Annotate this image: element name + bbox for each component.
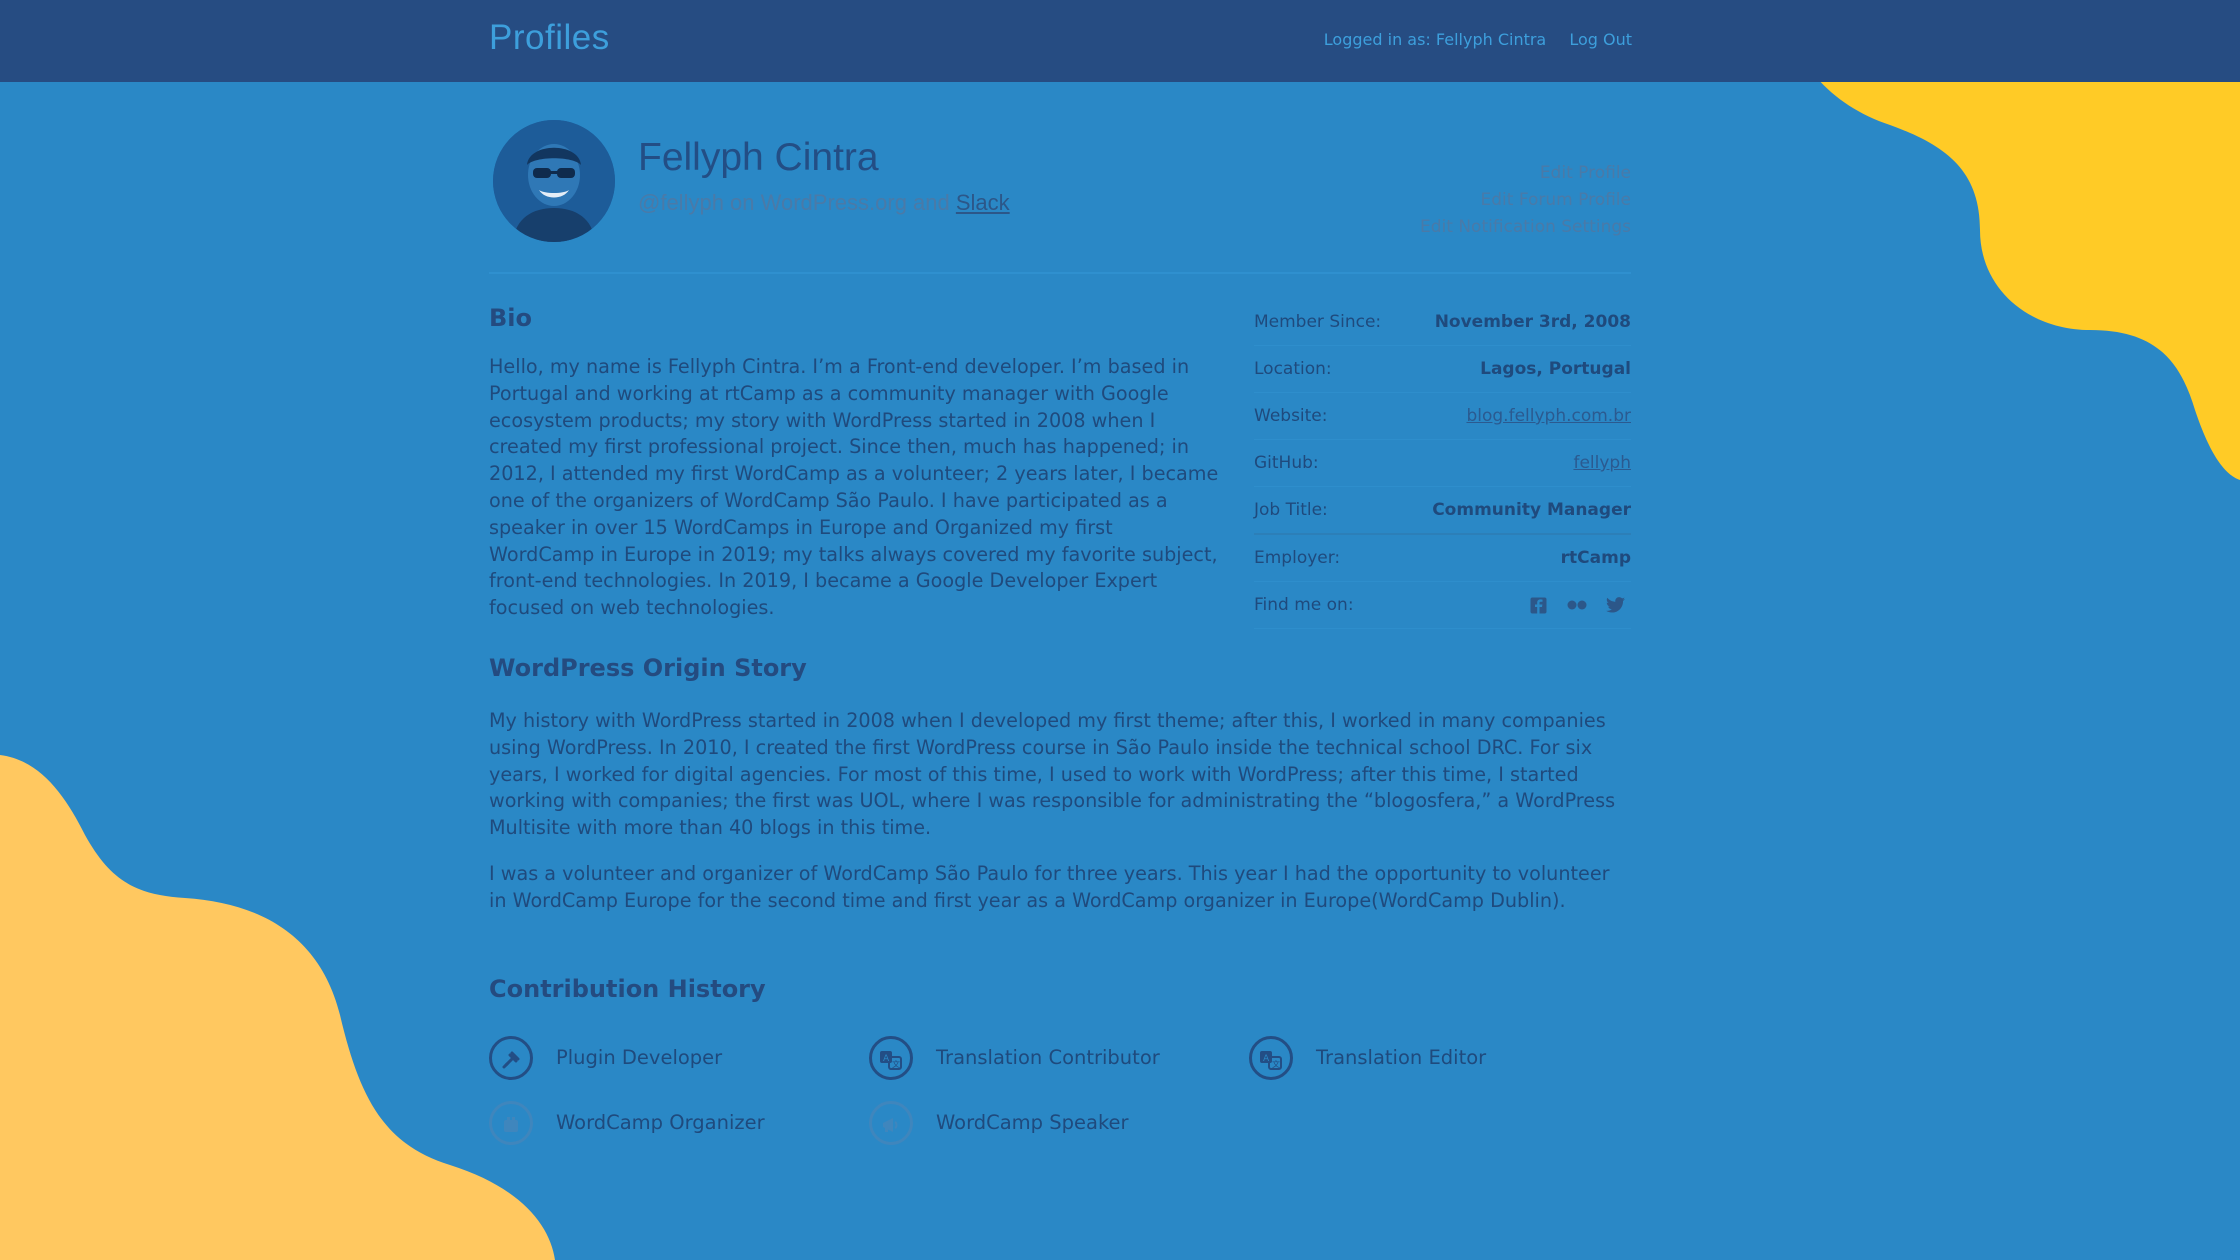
profile-meta: Member Since: November 3rd, 2008 Locatio… <box>1254 299 1631 629</box>
top-nav: Logged in as: Fellyph Cintra Log Out <box>1324 30 1632 49</box>
meta-value: rtCamp <box>1560 548 1631 568</box>
edit-links: Edit Profile Edit Forum Profile Edit Not… <box>1420 160 1631 241</box>
bio-heading: Bio <box>489 304 533 332</box>
bottom-left-blob <box>0 755 555 1260</box>
contribution-heading: Contribution History <box>489 975 766 1003</box>
edit-forum-profile-link[interactable]: Edit Forum Profile <box>1420 187 1632 214</box>
site-brand[interactable]: Profiles <box>489 18 610 58</box>
origin-paragraph-1: My history with WordPress started in 200… <box>489 709 1616 840</box>
logged-in-link[interactable]: Logged in as: Fellyph Cintra <box>1324 30 1546 49</box>
meta-github: GitHub: fellyph <box>1254 440 1631 487</box>
badge-label: WordCamp Speaker <box>936 1111 1129 1134</box>
profile-header: Fellyph Cintra @fellyph on WordPress.org… <box>489 82 1631 274</box>
social-links <box>1516 582 1625 628</box>
meta-member-since: Member Since: November 3rd, 2008 <box>1254 299 1631 346</box>
avatar <box>493 120 615 242</box>
origin-heading: WordPress Origin Story <box>489 654 807 682</box>
flickr-icon[interactable] <box>1567 582 1587 628</box>
svg-text:文: 文 <box>892 1059 900 1069</box>
logout-link[interactable]: Log Out <box>1569 30 1632 49</box>
meta-value: Lagos, Portugal <box>1480 359 1631 379</box>
translation-icon: A文 <box>869 1036 913 1080</box>
meta-employer: Employer: rtCamp <box>1254 535 1631 582</box>
svg-text:A: A <box>883 1054 890 1064</box>
translation-icon: A文 <box>1249 1036 1293 1080</box>
meta-label: Member Since: <box>1254 312 1382 332</box>
svg-text:文: 文 <box>1272 1059 1280 1069</box>
meta-location: Location: Lagos, Portugal <box>1254 346 1631 393</box>
meta-label: Website: <box>1254 406 1328 426</box>
meta-value: November 3rd, 2008 <box>1434 312 1631 332</box>
meta-label: Find me on: <box>1254 595 1354 615</box>
svg-text:A: A <box>1263 1054 1270 1064</box>
edit-notification-settings-link[interactable]: Edit Notification Settings <box>1420 214 1631 241</box>
profile-name: Fellyph Cintra <box>638 136 879 179</box>
bio-section: Bio Hello, my name is Fellyph Cintra. I’… <box>489 274 1631 634</box>
meta-job-title: Job Title: Community Manager <box>1254 487 1631 535</box>
top-bar: Profiles Logged in as: Fellyph Cintra Lo… <box>0 0 2240 82</box>
meta-label: Location: <box>1254 359 1332 379</box>
meta-label: GitHub: <box>1254 453 1319 473</box>
profile-handle: @fellyph on WordPress.org and Slack <box>638 190 1010 216</box>
bio-text: Hello, my name is Fellyph Cintra. I’m a … <box>489 355 1219 620</box>
meta-value: Community Manager <box>1432 500 1631 520</box>
plugin-icon <box>489 1036 533 1080</box>
twitter-icon[interactable] <box>1606 582 1625 628</box>
handle-text: @fellyph on WordPress.org and <box>638 190 950 215</box>
facebook-icon[interactable] <box>1530 582 1547 628</box>
badge-label: Translation Editor <box>1316 1046 1487 1069</box>
badge-label: Plugin Developer <box>556 1046 723 1069</box>
megaphone-icon <box>869 1101 913 1145</box>
profile-content: Fellyph Cintra @fellyph on WordPress.org… <box>489 82 1631 1145</box>
badge-label: WordCamp Organizer <box>556 1111 765 1134</box>
edit-profile-link[interactable]: Edit Profile <box>1420 160 1631 187</box>
meta-website: Website: blog.fellyph.com.br <box>1254 393 1631 440</box>
badge-label: Translation Contributor <box>936 1046 1160 1069</box>
meta-find-me: Find me on: <box>1254 582 1631 629</box>
website-link[interactable]: blog.fellyph.com.br <box>1466 393 1631 439</box>
organizer-icon <box>489 1101 533 1145</box>
github-link[interactable]: fellyph <box>1573 440 1631 486</box>
origin-paragraph-2: I was a volunteer and organizer of WordC… <box>489 862 1610 912</box>
meta-label: Employer: <box>1254 548 1341 568</box>
meta-label: Job Title: <box>1254 500 1328 520</box>
slack-link[interactable]: Slack <box>956 190 1010 215</box>
